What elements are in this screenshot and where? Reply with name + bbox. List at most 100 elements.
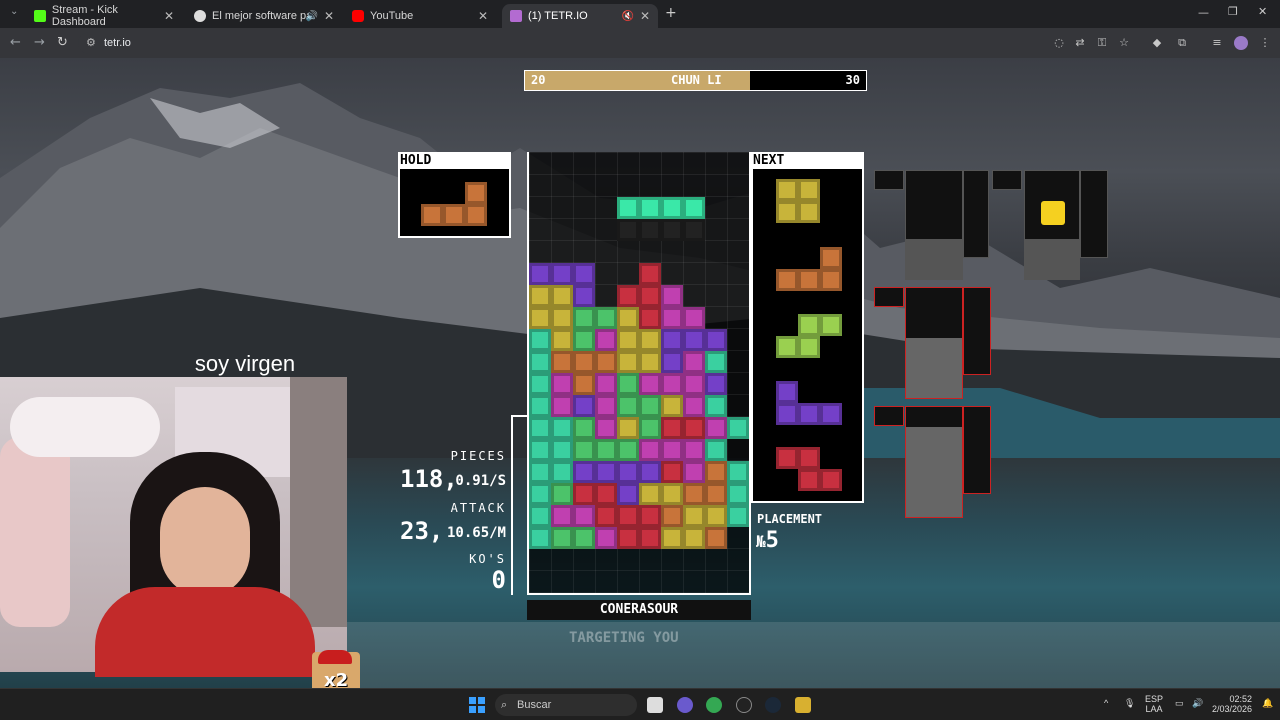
opponent-board-4 bbox=[905, 406, 963, 518]
board-block bbox=[551, 373, 573, 395]
tab-kick[interactable]: Stream - Kick Dashboard ✕ bbox=[26, 4, 182, 28]
steam-icon[interactable] bbox=[765, 697, 781, 713]
opponent-next-3 bbox=[963, 287, 991, 375]
board-block bbox=[551, 439, 573, 461]
next-block bbox=[776, 447, 798, 469]
restore-button[interactable]: ❐ bbox=[1228, 5, 1238, 18]
reload-icon[interactable]: ↻ bbox=[57, 35, 68, 50]
board-block bbox=[595, 439, 617, 461]
board-block bbox=[551, 329, 573, 351]
close-window-button[interactable]: ✕ bbox=[1258, 5, 1267, 18]
site-info-icon[interactable]: ⚙ bbox=[86, 32, 96, 54]
placement-prefix: № bbox=[756, 532, 766, 551]
windows-start-icon[interactable] bbox=[469, 697, 485, 713]
board-block bbox=[683, 483, 705, 505]
hold-box bbox=[398, 169, 511, 238]
key-icon[interactable]: ⚿ bbox=[1095, 36, 1109, 50]
menu-icon[interactable]: ⋮ bbox=[1258, 36, 1272, 50]
pieces-label: PIECES bbox=[450, 449, 506, 463]
placement-label: PLACEMENT bbox=[757, 512, 823, 526]
board-block bbox=[617, 461, 639, 483]
extension-icon[interactable]: ◆ bbox=[1150, 36, 1164, 50]
board-block bbox=[595, 505, 617, 527]
next-block bbox=[798, 447, 820, 469]
speaker-icon[interactable]: 🔊 bbox=[306, 11, 318, 22]
board-block bbox=[551, 263, 573, 285]
close-icon[interactable]: ✕ bbox=[164, 9, 174, 23]
board-block bbox=[595, 351, 617, 373]
chevron-up-icon[interactable]: ^ bbox=[1104, 698, 1108, 708]
network-icon[interactable]: ▭ bbox=[1175, 698, 1184, 709]
board-block bbox=[529, 461, 551, 483]
muted-icon[interactable]: 🔇 bbox=[622, 11, 634, 22]
board-block bbox=[617, 373, 639, 395]
chrome-icon[interactable] bbox=[706, 697, 722, 713]
new-tab-button[interactable]: + bbox=[665, 5, 677, 21]
media-icon[interactable]: ≡ bbox=[1210, 36, 1224, 50]
score-right: 30 bbox=[845, 73, 860, 87]
puzzle-icon[interactable]: ⧉ bbox=[1175, 36, 1189, 50]
avatar[interactable] bbox=[1234, 36, 1248, 50]
notification-icon[interactable]: 🔔 bbox=[1262, 698, 1273, 709]
discord-icon[interactable] bbox=[677, 697, 693, 713]
board-block bbox=[683, 395, 705, 417]
tab-search-icon[interactable]: ⌄ bbox=[10, 6, 18, 17]
close-icon[interactable]: ✕ bbox=[640, 9, 650, 23]
player-name: CONERASOUR bbox=[527, 600, 751, 620]
board-block bbox=[595, 527, 617, 549]
opponent-board-1 bbox=[905, 170, 963, 280]
board-block bbox=[683, 219, 705, 241]
obs-icon[interactable] bbox=[736, 697, 752, 713]
overlay-band: TARGETING YOU bbox=[347, 622, 1280, 688]
microphone-icon[interactable]: 🎙 bbox=[1124, 698, 1135, 709]
star-icon[interactable]: ☆ bbox=[1117, 36, 1131, 50]
tab-title: YouTube bbox=[370, 10, 414, 22]
next-block bbox=[798, 201, 820, 223]
board-block bbox=[617, 351, 639, 373]
hello-kitty-sign bbox=[10, 397, 160, 457]
taskbar-search[interactable]: ⌕ Buscar bbox=[495, 694, 637, 716]
emote-image: x2 bbox=[312, 650, 360, 692]
app-icon[interactable] bbox=[795, 697, 811, 713]
minimize-button[interactable]: — bbox=[1198, 6, 1209, 19]
board-block bbox=[617, 197, 639, 219]
board-block bbox=[683, 527, 705, 549]
hold-block bbox=[443, 204, 465, 226]
board-block bbox=[551, 527, 573, 549]
board-block bbox=[661, 307, 683, 329]
board-block bbox=[573, 329, 595, 351]
opponent-board-2 bbox=[1024, 170, 1080, 280]
board-block bbox=[661, 417, 683, 439]
translate-icon[interactable]: ⇄ bbox=[1073, 36, 1087, 50]
tab-tetrio[interactable]: (1) TETR.IO 🔇 ✕ bbox=[502, 4, 658, 28]
board-block bbox=[617, 417, 639, 439]
clock[interactable]: 02:52 2/03/2026 bbox=[1210, 694, 1252, 714]
board-block bbox=[595, 373, 617, 395]
board-block bbox=[573, 263, 595, 285]
next-block bbox=[798, 469, 820, 491]
back-icon[interactable]: ← bbox=[10, 35, 21, 50]
url-field[interactable]: ⚙ tetr.io bbox=[78, 32, 1108, 54]
task-view-icon[interactable] bbox=[647, 697, 663, 713]
tab-youtube[interactable]: YouTube ✕ bbox=[344, 4, 496, 28]
forward-icon[interactable]: → bbox=[34, 35, 45, 50]
volume-icon[interactable]: 🔊 bbox=[1192, 698, 1203, 709]
board-block bbox=[573, 285, 595, 307]
tab-software[interactable]: El mejor software para pote 🔊 ✕ bbox=[186, 4, 342, 28]
board-block bbox=[529, 307, 551, 329]
hold-block bbox=[465, 182, 487, 204]
board-block bbox=[617, 395, 639, 417]
webcam-feed bbox=[0, 377, 347, 677]
placement-display: №5 bbox=[756, 528, 779, 553]
close-icon[interactable]: ✕ bbox=[478, 9, 488, 23]
board-block bbox=[529, 285, 551, 307]
board-block bbox=[617, 329, 639, 351]
board-block bbox=[595, 395, 617, 417]
next-block bbox=[776, 336, 798, 358]
mini-hold bbox=[874, 170, 904, 190]
board-block bbox=[573, 307, 595, 329]
eye-off-icon[interactable]: ◌ bbox=[1052, 36, 1066, 50]
close-icon[interactable]: ✕ bbox=[324, 9, 334, 23]
language-indicator[interactable]: ESP LAA bbox=[1145, 694, 1163, 714]
hold-label: HOLD bbox=[398, 152, 511, 169]
